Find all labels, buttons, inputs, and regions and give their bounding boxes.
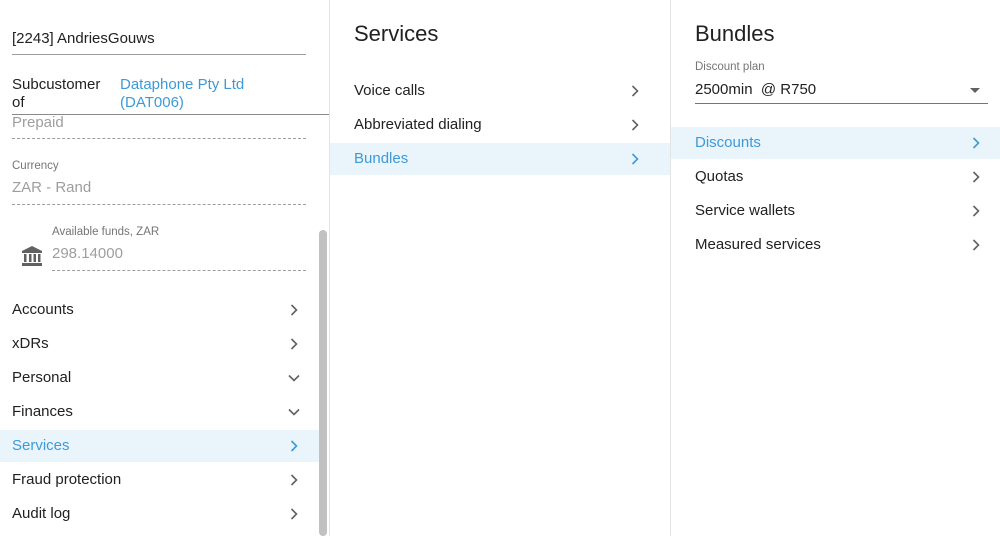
scrollbar-thumb[interactable] [319, 230, 327, 536]
chevron-right-icon [627, 83, 643, 99]
menu-item-accounts[interactable]: Accounts [0, 294, 319, 326]
menu-label: Audit log [12, 505, 71, 522]
discount-plan-value: 2500min @ R750 [695, 81, 817, 98]
service-item-bundles[interactable]: Bundles [330, 143, 670, 175]
chevron-right-icon [968, 169, 984, 185]
funds-value: 298.14000 [52, 245, 123, 262]
funds-caption: Available funds, ZAR [52, 226, 160, 238]
chevron-right-icon [627, 117, 643, 133]
currency-field: Currency ZAR - Rand [12, 158, 306, 205]
service-label: Voice calls [354, 82, 425, 99]
discount-plan-caption: Discount plan [695, 61, 765, 73]
bundles-panel: Bundles Discount plan 2500min @ R750 Dis… [671, 0, 1000, 536]
menu-item-personal[interactable]: Personal [0, 362, 319, 394]
menu-item-fraud-protection[interactable]: Fraud protection [0, 464, 319, 496]
menu-label: Personal [12, 369, 72, 386]
bundle-label: Service wallets [695, 202, 796, 219]
bundle-item-quotas[interactable]: Quotas [671, 161, 1000, 193]
bundle-label: Discounts [695, 134, 761, 151]
dropdown-arrow-icon [970, 88, 980, 93]
service-item-abbreviated-dialing[interactable]: Abbreviated dialing [330, 109, 670, 141]
menu-item-services[interactable]: Services [0, 430, 319, 462]
subcustomer-row: Subcustomer of Dataphone Pty Ltd (DAT006… [12, 76, 329, 115]
bundle-item-measured-services[interactable]: Measured services [671, 229, 1000, 261]
subcustomer-label: Subcustomer of [12, 76, 101, 111]
chevron-right-icon [286, 302, 302, 318]
chevron-right-icon [286, 506, 302, 522]
bundle-label: Quotas [695, 168, 744, 185]
chevron-right-icon [968, 135, 984, 151]
chevron-right-icon [286, 438, 302, 454]
menu-label: xDRs [12, 335, 49, 352]
payment-type-field: Prepaid [12, 114, 306, 139]
service-item-voice-calls[interactable]: Voice calls [330, 75, 670, 107]
menu-label: Finances [12, 403, 73, 420]
parent-customer-link[interactable]: Dataphone Pty Ltd (DAT006) [120, 76, 300, 112]
menu-item-xdrs[interactable]: xDRs [0, 328, 319, 360]
account-panel: [2243] AndriesGouws Subcustomer of Datap… [0, 0, 330, 536]
chevron-right-icon [286, 336, 302, 352]
chevron-down-icon [286, 370, 302, 386]
chevron-right-icon [968, 237, 984, 253]
menu-label: Fraud protection [12, 471, 122, 488]
menu-item-finances[interactable]: Finances [0, 396, 319, 428]
chevron-right-icon [627, 151, 643, 167]
services-title: Services [354, 21, 439, 46]
bundles-title: Bundles [695, 21, 775, 46]
menu-label: Services [12, 437, 70, 454]
bundle-item-service-wallets[interactable]: Service wallets [671, 195, 1000, 227]
bundle-item-discounts[interactable]: Discounts [671, 127, 1000, 159]
bank-icon [20, 244, 44, 268]
payment-type-value: Prepaid [12, 114, 64, 131]
menu-label: Accounts [12, 301, 74, 318]
services-panel: Services Voice calls Abbreviated dialing… [330, 0, 671, 536]
available-funds-field: Available funds, ZAR 298.14000 [52, 224, 306, 271]
discount-plan-select[interactable]: 2500min @ R750 [695, 78, 988, 104]
currency-value: ZAR - Rand [12, 179, 92, 196]
bundle-label: Measured services [695, 236, 821, 253]
service-label: Bundles [354, 150, 409, 167]
account-name: [2243] AndriesGouws [12, 30, 306, 55]
chevron-down-icon [286, 404, 302, 420]
currency-caption: Currency [12, 160, 59, 172]
chevron-right-icon [968, 203, 984, 219]
menu-item-audit-log[interactable]: Audit log [0, 498, 319, 530]
chevron-right-icon [286, 472, 302, 488]
service-label: Abbreviated dialing [354, 116, 482, 133]
